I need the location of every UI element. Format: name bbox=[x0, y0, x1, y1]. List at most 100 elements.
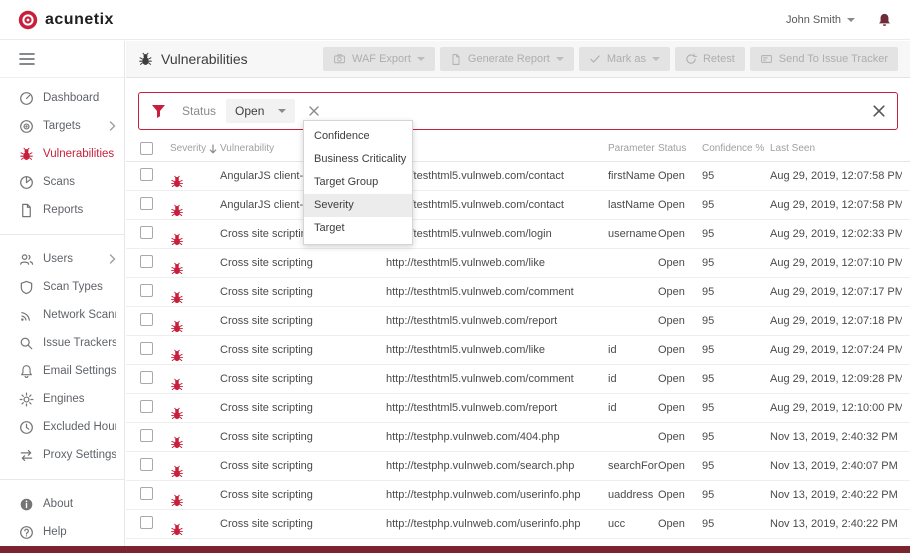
hamburger-menu-icon[interactable] bbox=[19, 52, 35, 66]
vulnerability-name[interactable]: Cross site scripting bbox=[220, 518, 386, 530]
filter-field-dropdown: Confidence Business Criticality Target G… bbox=[303, 120, 413, 245]
row-checkbox[interactable] bbox=[140, 429, 153, 442]
row-checkbox[interactable] bbox=[140, 226, 153, 239]
sidebar-item-excluded-hours[interactable]: Excluded Hours bbox=[0, 413, 124, 441]
sidebar-item-help[interactable]: Help bbox=[0, 518, 124, 546]
dropdown-item-business-criticality[interactable]: Business Criticality bbox=[304, 148, 412, 171]
vulnerability-last-seen: Aug 29, 2019, 12:07:58 PM bbox=[770, 170, 902, 182]
vulnerability-last-seen: Nov 13, 2019, 2:40:22 PM bbox=[770, 489, 898, 501]
table-row[interactable]: Cross site scripting http://testhtml5.vu… bbox=[126, 307, 910, 336]
vulnerability-name[interactable]: Cross site scripting bbox=[220, 286, 386, 298]
page-title: Vulnerabilities bbox=[138, 51, 248, 67]
dropdown-item-confidence[interactable]: Confidence bbox=[304, 125, 412, 148]
status-filter-value: Open bbox=[235, 104, 265, 118]
column-header-url[interactable]: URL bbox=[386, 143, 608, 154]
column-header-status[interactable]: Status bbox=[658, 143, 702, 154]
row-checkbox[interactable] bbox=[140, 371, 153, 384]
vulnerability-name[interactable]: Cross site scripting bbox=[220, 431, 386, 443]
vulnerability-last-seen: Aug 29, 2019, 12:02:33 PM bbox=[770, 228, 902, 240]
vulnerability-status: Open bbox=[658, 344, 685, 356]
clear-all-filters-icon[interactable] bbox=[873, 105, 885, 117]
sidebar-item-proxy-settings[interactable]: Proxy Settings bbox=[0, 441, 124, 469]
vulnerability-confidence: 95 bbox=[702, 460, 715, 472]
vulnerability-name[interactable]: Cross site scripting bbox=[220, 257, 386, 269]
row-checkbox[interactable] bbox=[140, 255, 153, 268]
vulnerability-name[interactable]: Cross site scripting bbox=[220, 373, 386, 385]
row-checkbox[interactable] bbox=[140, 400, 153, 413]
severity-high-bug-icon bbox=[170, 494, 220, 508]
row-checkbox[interactable] bbox=[140, 516, 153, 529]
user-menu[interactable]: John Smith bbox=[786, 14, 855, 26]
select-all-checkbox[interactable] bbox=[140, 142, 153, 155]
vulnerability-name[interactable]: Cross site scripting bbox=[220, 489, 386, 501]
table-row[interactable]: AngularJS client-side template injection… bbox=[126, 191, 910, 220]
dropdown-item-severity[interactable]: Severity bbox=[304, 194, 412, 217]
vulnerability-name[interactable]: Cross site scripting bbox=[220, 344, 386, 356]
table-row[interactable]: Cross site scripting http://testhtml5.vu… bbox=[126, 394, 910, 423]
sidebar-item-about[interactable]: About bbox=[0, 490, 124, 518]
vulnerability-confidence: 95 bbox=[702, 170, 715, 182]
notifications-bell-icon[interactable] bbox=[877, 12, 892, 28]
severity-high-bug-icon bbox=[170, 436, 220, 450]
vulnerability-name[interactable]: Cross site scripting bbox=[220, 402, 386, 414]
table-row[interactable]: Cross site scripting http://testhtml5.vu… bbox=[126, 336, 910, 365]
remove-filter-icon[interactable] bbox=[309, 106, 320, 116]
row-checkbox[interactable] bbox=[140, 458, 153, 471]
row-checkbox[interactable] bbox=[140, 342, 153, 355]
table-row[interactable]: Cross site scripting http://testhtml5.vu… bbox=[126, 278, 910, 307]
question-icon bbox=[19, 525, 34, 540]
vulnerability-status: Open bbox=[658, 460, 685, 472]
row-checkbox[interactable] bbox=[140, 168, 153, 181]
column-header-severity[interactable]: Severity bbox=[170, 143, 220, 154]
sidebar-item-scan-types[interactable]: Scan Types bbox=[0, 273, 124, 301]
row-checkbox[interactable] bbox=[140, 487, 153, 500]
waf-export-button[interactable]: WAF Export bbox=[323, 47, 435, 71]
dropdown-item-target[interactable]: Target bbox=[304, 217, 412, 240]
vulnerability-name[interactable]: Cross site scripting bbox=[220, 315, 386, 327]
vulnerability-confidence: 95 bbox=[702, 489, 715, 501]
row-checkbox[interactable] bbox=[140, 197, 153, 210]
sidebar-item-issue-trackers[interactable]: Issue Trackers bbox=[0, 329, 124, 357]
vulnerability-name[interactable]: Cross site scripting bbox=[220, 460, 386, 472]
sidebar-item-vulnerabilities[interactable]: Vulnerabilities bbox=[0, 140, 124, 168]
generate-report-button[interactable]: Generate Report bbox=[439, 47, 574, 71]
sidebar-item-dashboard[interactable]: Dashboard bbox=[0, 84, 124, 112]
sidebar-item-targets[interactable]: Targets bbox=[0, 112, 124, 140]
table-row[interactable]: Cross site scripting http://testhtml5.vu… bbox=[126, 365, 910, 394]
table-row[interactable]: Cross site scripting http://testphp.vuln… bbox=[126, 510, 910, 539]
sidebar-item-reports[interactable]: Reports bbox=[0, 196, 124, 224]
send-to-issue-tracker-button[interactable]: Send To Issue Tracker bbox=[749, 47, 898, 71]
page-header: Vulnerabilities WAF Export Generate Repo… bbox=[126, 41, 910, 78]
table-row[interactable]: AngularJS client-side template injection… bbox=[126, 162, 910, 191]
vulnerability-parameter: id bbox=[608, 344, 617, 356]
column-header-parameter[interactable]: Parameter bbox=[608, 143, 658, 154]
table-row[interactable]: Cross site scripting http://testphp.vuln… bbox=[126, 423, 910, 452]
vulnerability-parameter: ucc bbox=[608, 518, 626, 530]
sidebar-item-users[interactable]: Users bbox=[0, 245, 124, 273]
vulnerability-last-seen: Aug 29, 2019, 12:07:17 PM bbox=[770, 286, 902, 298]
sidebar-item-engines[interactable]: Engines bbox=[0, 385, 124, 413]
magnifier-icon bbox=[19, 336, 34, 351]
table-row[interactable]: Cross site scripting http://testhtml5.vu… bbox=[126, 249, 910, 278]
vulnerability-url: http://testhtml5.vulnweb.com/contact bbox=[386, 170, 564, 182]
vulnerability-last-seen: Aug 29, 2019, 12:09:28 PM bbox=[770, 373, 902, 385]
sidebar-item-scans[interactable]: Scans bbox=[0, 168, 124, 196]
table-row[interactable]: Cross site scripting http://testhtml5.vu… bbox=[126, 220, 910, 249]
dropdown-item-target-group[interactable]: Target Group bbox=[304, 171, 412, 194]
sidebar-item-email-settings[interactable]: Email Settings bbox=[0, 357, 124, 385]
row-checkbox[interactable] bbox=[140, 284, 153, 297]
vulnerability-url: http://testphp.vulnweb.com/404.php bbox=[386, 431, 560, 443]
retest-button[interactable]: Retest bbox=[674, 47, 745, 71]
sidebar-item-network-scanner[interactable]: Network Scanner bbox=[0, 301, 124, 329]
table-row[interactable]: Cross site scripting http://testphp.vuln… bbox=[126, 452, 910, 481]
table-row[interactable]: Cross site scripting http://testphp.vuln… bbox=[126, 481, 910, 510]
row-checkbox[interactable] bbox=[140, 313, 153, 326]
status-filter-select[interactable]: Open bbox=[226, 99, 296, 123]
vulnerability-url: http://testphp.vulnweb.com/userinfo.php bbox=[386, 518, 581, 530]
column-header-confidence[interactable]: Confidence % bbox=[702, 143, 770, 154]
bell-icon bbox=[19, 364, 34, 379]
column-header-last-seen[interactable]: Last Seen bbox=[770, 143, 902, 154]
mark-as-button[interactable]: Mark as bbox=[578, 47, 670, 71]
sidebar: Dashboard Targets Vulnerabilities Scans … bbox=[0, 41, 125, 546]
vulnerability-last-seen: Aug 29, 2019, 12:07:10 PM bbox=[770, 257, 902, 269]
